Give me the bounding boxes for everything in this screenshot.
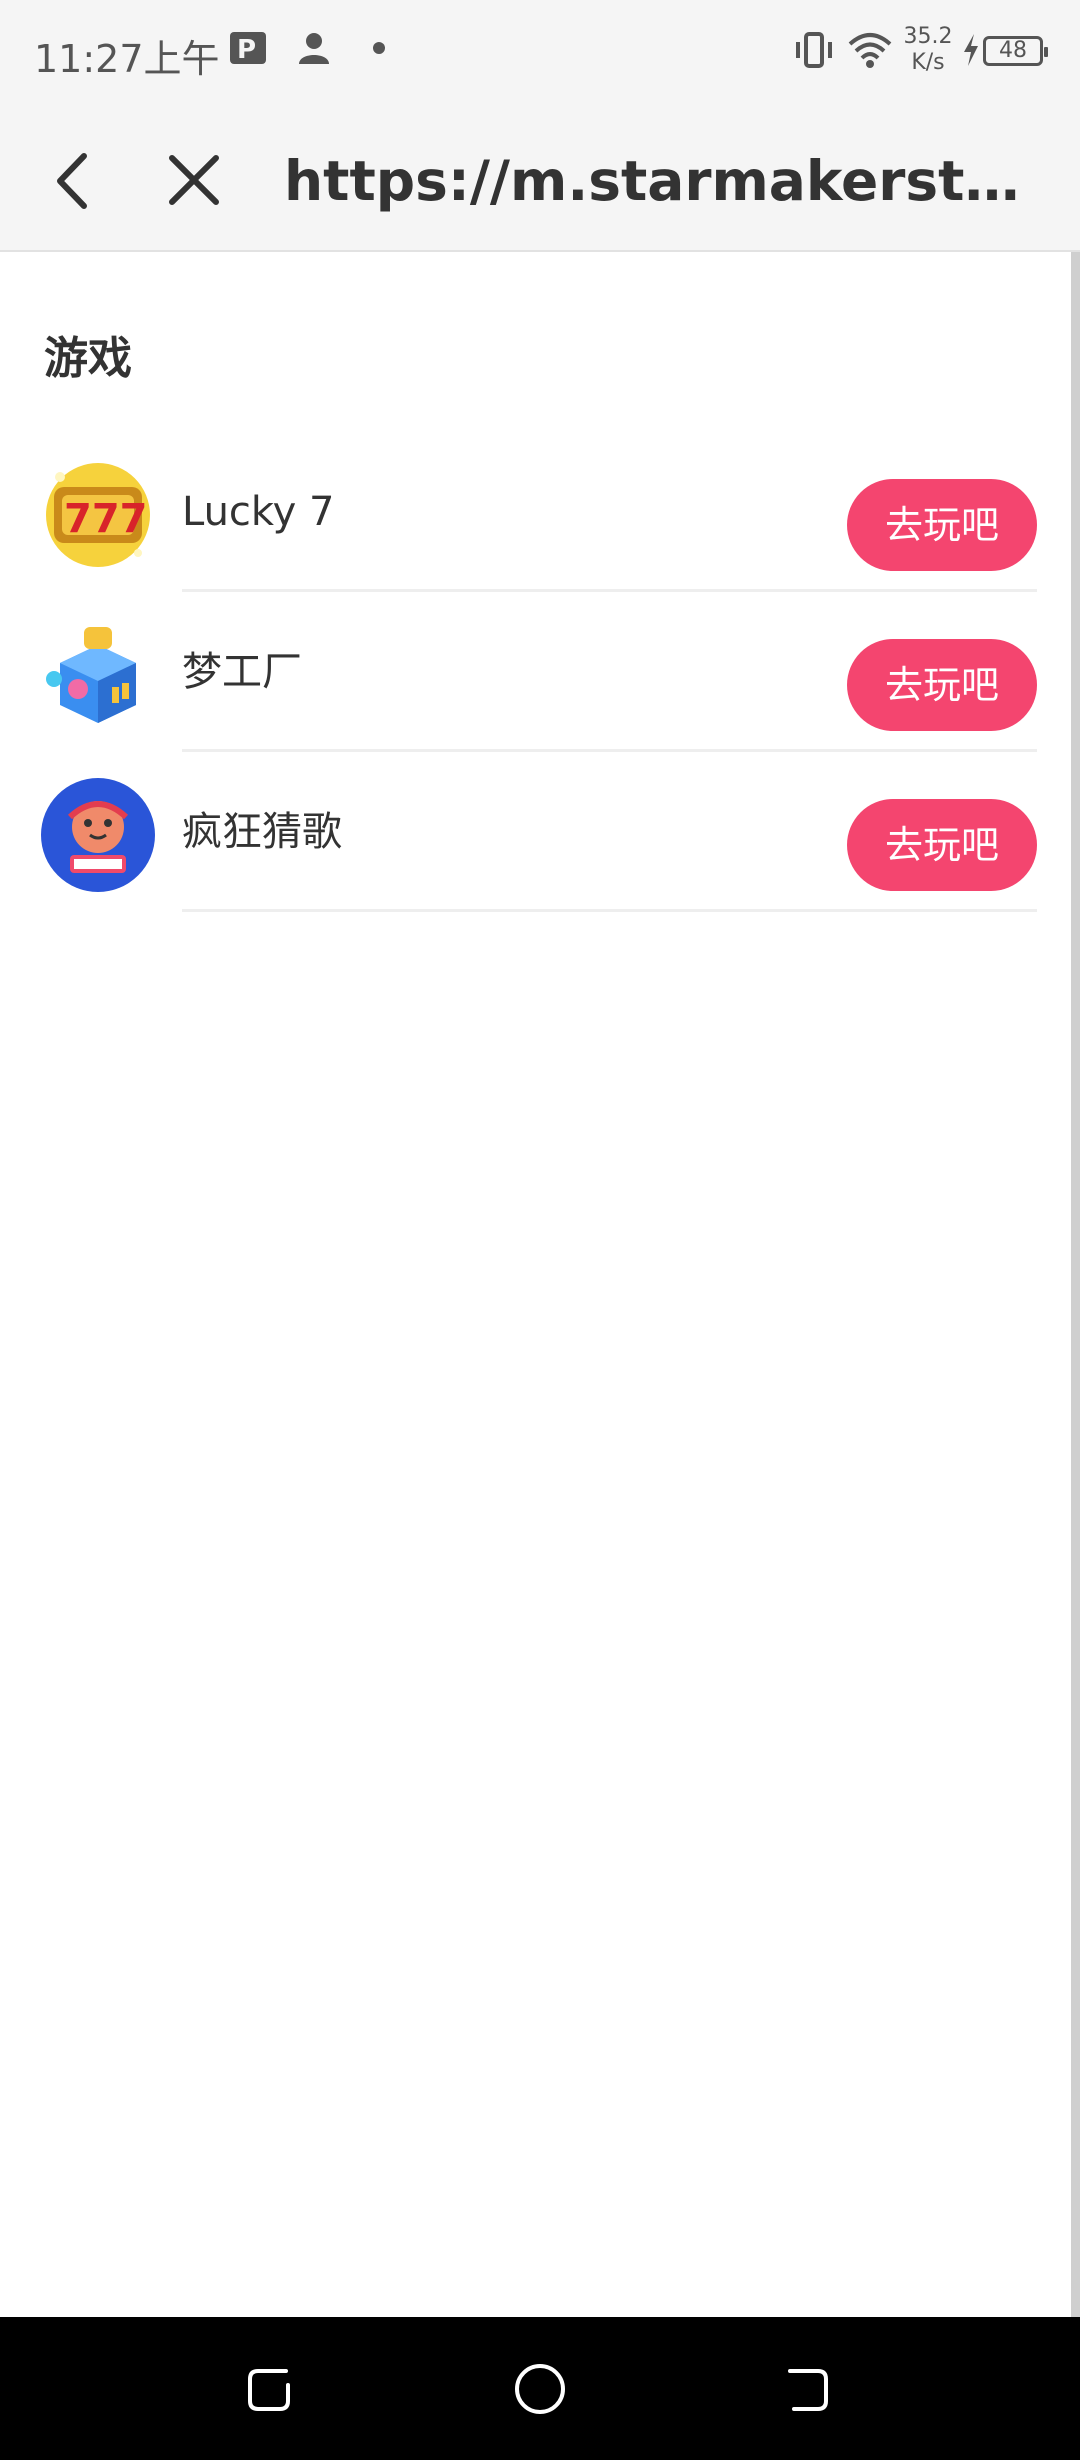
row-divider bbox=[182, 909, 1037, 912]
battery-indicator: 48 bbox=[983, 36, 1048, 66]
play-button[interactable]: 去玩吧 bbox=[847, 639, 1037, 731]
chevron-left-icon bbox=[57, 153, 87, 209]
charging-icon bbox=[960, 32, 982, 77]
back-button[interactable] bbox=[48, 146, 98, 216]
back-arrow-icon bbox=[788, 2369, 828, 2411]
game-row-crazy-guess-song[interactable]: 疯狂猜歌 去玩吧 bbox=[0, 752, 1080, 912]
dot-icon bbox=[372, 30, 386, 75]
game-name: 疯狂猜歌 bbox=[182, 809, 342, 855]
game-name: Lucky 7 bbox=[182, 489, 335, 535]
net-speed-unit: K/s bbox=[911, 50, 945, 75]
status-time: 11:27上午 bbox=[34, 37, 220, 81]
play-button[interactable]: 去玩吧 bbox=[847, 799, 1037, 891]
back-nav-button[interactable] bbox=[780, 2359, 840, 2419]
wifi-icon bbox=[846, 30, 894, 79]
recent-apps-icon bbox=[248, 2369, 290, 2411]
play-button[interactable]: 去玩吧 bbox=[847, 479, 1037, 571]
page-url[interactable]: https://m.starmakerstudios.com bbox=[284, 146, 1044, 216]
vibrate-icon bbox=[792, 30, 836, 79]
section-title: 游戏 bbox=[44, 333, 132, 384]
navigation-bar bbox=[0, 2317, 1080, 2460]
home-button[interactable] bbox=[510, 2359, 570, 2419]
net-speed-value: 35.2 bbox=[903, 24, 953, 49]
home-circle-icon bbox=[515, 2364, 565, 2414]
lucky7-slot-icon: 777 bbox=[40, 457, 156, 573]
status-bar: 11:27上午 P 35.2 K/s 48 bbox=[0, 0, 1080, 110]
crazy-guess-song-icon bbox=[40, 777, 156, 893]
browser-toolbar: https://m.starmakerstudios.com bbox=[0, 110, 1080, 252]
game-row-lucky-7[interactable]: 777 Lucky 7 去玩吧 bbox=[0, 432, 1080, 592]
net-speed: 35.2 K/s bbox=[900, 24, 956, 76]
dream-factory-cube-icon bbox=[40, 617, 156, 733]
close-button[interactable] bbox=[164, 150, 224, 210]
svg-text:777: 777 bbox=[64, 496, 148, 542]
svg-text:P: P bbox=[237, 35, 256, 65]
close-icon bbox=[169, 155, 219, 205]
parking-icon: P bbox=[228, 30, 268, 75]
person-icon bbox=[296, 30, 332, 75]
game-name: 梦工厂 bbox=[182, 649, 302, 695]
recent-apps-button[interactable] bbox=[240, 2359, 300, 2419]
game-row-dream-factory[interactable]: 梦工厂 去玩吧 bbox=[0, 592, 1080, 752]
